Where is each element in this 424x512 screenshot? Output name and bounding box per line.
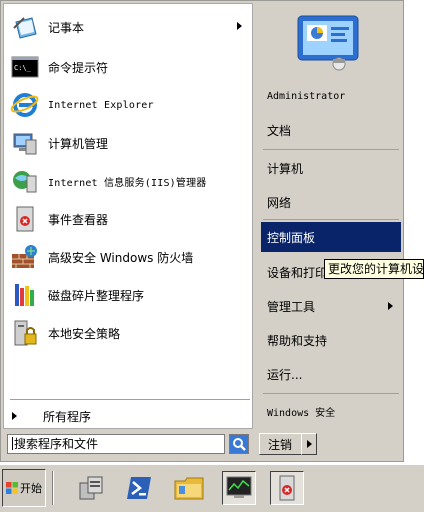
start-button[interactable]: 开始 [2,469,46,507]
file-explorer-icon [174,477,204,500]
program-notepad[interactable]: 记事本 [10,10,248,44]
program-computer-management[interactable]: 计算机管理 [10,126,248,160]
program-local-security-policy[interactable]: 本地安全策略 [10,316,248,350]
link-documents[interactable]: 文档 [261,115,401,145]
server-manager-icon [79,476,103,500]
expand-arrow-icon [12,412,17,420]
program-iis-manager[interactable]: Internet 信息服务(IIS)管理器 [10,164,248,198]
link-network[interactable]: 网络 [261,187,401,217]
divider [263,393,399,394]
program-firewall[interactable]: 高级安全 Windows 防火墙 [10,240,248,274]
taskbar-event-viewer[interactable] [270,471,304,505]
link-control-panel[interactable]: 控制面板 [261,222,401,252]
program-command-prompt[interactable]: C:\_ 命令提示符 [10,50,248,84]
taskbar-performance-monitor[interactable] [222,471,256,505]
local-security-policy-icon [14,320,37,346]
program-internet-explorer[interactable]: Internet Explorer [10,88,248,122]
link-computer[interactable]: 计算机 [261,153,401,183]
divider [263,219,399,220]
disk-defragmenter-icon [15,284,34,306]
divider [263,149,399,150]
iis-manager-icon [13,171,37,193]
link-help-and-support[interactable]: 帮助和支持 [261,325,401,355]
search-input[interactable]: 搜索程序和文件 [7,434,225,454]
divider [10,399,250,400]
link-windows-security[interactable]: Windows 安全 [261,396,401,426]
submenu-arrow-icon [388,302,393,310]
user-picture-icon[interactable] [297,15,359,71]
search-icon [230,435,248,453]
svg-text:C:\_: C:\_ [14,64,32,72]
internet-explorer-icon [10,93,39,117]
powershell-icon [127,477,151,499]
firewall-icon [12,245,37,268]
program-event-viewer[interactable]: 事件查看器 [10,202,248,236]
event-viewer-icon [16,206,34,232]
event-viewer-icon [279,475,295,501]
search-button[interactable] [229,434,249,454]
taskbar-server-manager[interactable] [74,471,108,505]
taskbar-powershell[interactable] [122,471,156,505]
link-administrative-tools[interactable]: 管理工具 [261,291,401,321]
submenu-arrow-icon [237,22,242,30]
shutdown-options-button[interactable] [301,433,317,455]
taskbar-file-explorer[interactable] [172,471,206,505]
pinned-programs-pane: 记事本 C:\_ 命令提示符 Internet Explorer 计算机管理 I… [3,3,253,429]
all-programs-button[interactable]: 所有程序 [10,405,248,427]
computer-management-icon [13,133,37,155]
taskbar: 开始 [0,464,424,512]
all-programs-label: 所有程序 [43,409,92,424]
start-menu: 记事本 C:\_ 命令提示符 Internet Explorer 计算机管理 I… [0,0,404,462]
user-folder-administrator[interactable]: Administrator [261,81,401,111]
taskbar-separator [52,471,54,505]
command-prompt-icon: C:\_ [11,56,39,78]
performance-monitor-icon [226,476,252,498]
windows-logo-icon [6,482,18,494]
link-run[interactable]: 运行... [261,359,401,389]
notepad-icon [13,17,37,39]
tooltip: 更改您的计算机设置并自定义其功能。 [324,259,424,279]
program-disk-defragmenter[interactable]: 磁盘碎片整理程序 [10,278,248,312]
